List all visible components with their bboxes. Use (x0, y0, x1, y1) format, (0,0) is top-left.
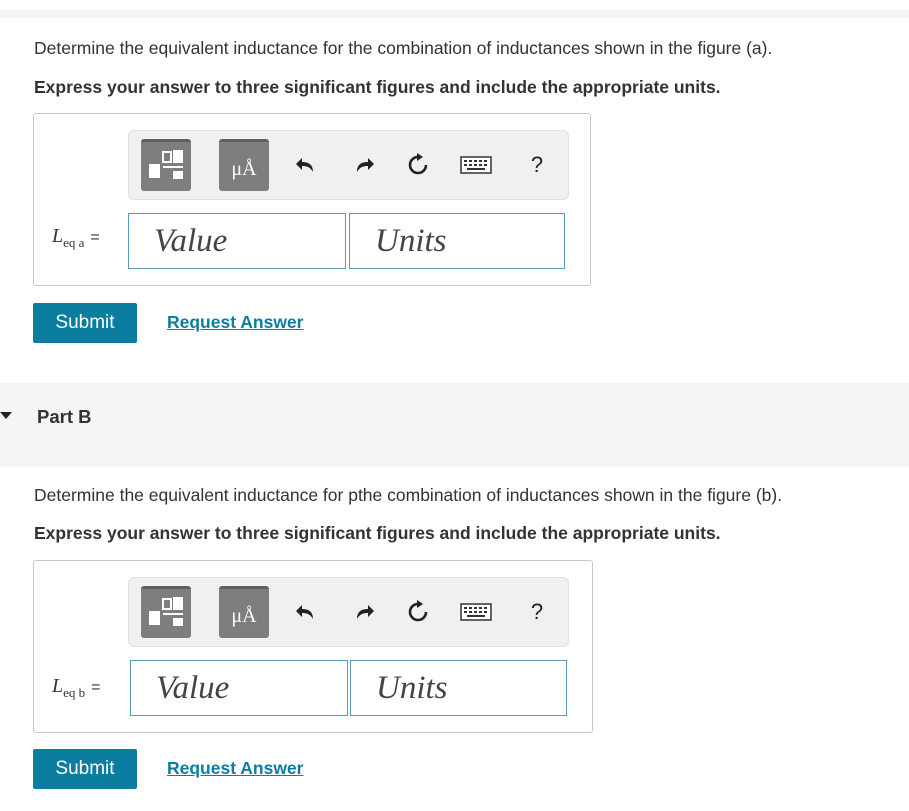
undo-button[interactable] (291, 595, 321, 629)
undo-icon (296, 158, 313, 172)
answer-box-a: μÅ ? Leq a = Value Units (33, 113, 591, 286)
reset-button[interactable] (403, 595, 433, 629)
units-field-a[interactable] (349, 213, 565, 269)
redo-icon (357, 605, 374, 619)
answer-box-b: μÅ ? Leq b = Value Units (33, 560, 593, 733)
undo-button[interactable] (291, 148, 321, 182)
part-b-header[interactable] (0, 383, 909, 467)
request-answer-link-b[interactable]: Request Answer (167, 758, 303, 779)
reset-icon (408, 600, 428, 622)
units-button[interactable]: μÅ (219, 139, 269, 191)
keyboard-button[interactable] (459, 595, 493, 629)
label-leq-b: Leq b = (52, 675, 101, 701)
reset-button[interactable] (403, 148, 433, 182)
label-main: L (52, 225, 64, 247)
units-button[interactable]: μÅ (219, 586, 269, 638)
instruction-b: Express your answer to three significant… (34, 523, 721, 543)
equals-sign: = (90, 229, 100, 246)
submit-button-b[interactable]: Submit (33, 749, 137, 789)
label-leq-a: Leq a = (52, 225, 100, 251)
request-answer-link-a[interactable]: Request Answer (167, 312, 303, 333)
collapse-arrow-icon[interactable] (0, 412, 12, 419)
redo-icon (357, 158, 374, 172)
templates-button[interactable] (141, 586, 191, 638)
keyboard-button[interactable] (459, 148, 493, 182)
value-input-b[interactable] (131, 661, 347, 715)
part-b-title: Part B (37, 406, 92, 427)
question-b: Determine the equivalent inductance for … (34, 485, 783, 505)
units-icon: μÅ (231, 605, 257, 627)
value-input-a[interactable] (129, 214, 345, 268)
templates-button[interactable] (141, 139, 191, 191)
help-button[interactable]: ? (522, 148, 552, 182)
label-main: L (52, 675, 64, 697)
units-input-a[interactable] (350, 214, 564, 268)
redo-button[interactable] (349, 595, 379, 629)
help-button[interactable]: ? (522, 595, 552, 629)
help-icon: ? (530, 599, 544, 624)
value-field-a[interactable] (128, 213, 346, 269)
submit-button-a[interactable]: Submit (33, 303, 137, 343)
equals-sign: = (91, 679, 101, 696)
units-field-b[interactable] (350, 660, 567, 716)
math-toolbar-b: μÅ ? (128, 577, 569, 647)
instruction-a: Express your answer to three significant… (34, 77, 721, 97)
reset-icon (408, 153, 428, 175)
units-input-b[interactable] (351, 661, 566, 715)
math-toolbar-a: μÅ ? (128, 130, 569, 200)
templates-icon (149, 150, 183, 179)
keyboard-icon (460, 603, 492, 621)
label-sub: eq a (63, 235, 85, 250)
keyboard-icon (460, 156, 492, 174)
value-field-b[interactable] (130, 660, 348, 716)
top-divider (0, 10, 909, 18)
question-a: Determine the equivalent inductance for … (34, 38, 773, 58)
undo-icon (296, 605, 313, 619)
templates-icon (149, 597, 183, 626)
label-sub: eq b (63, 685, 86, 700)
help-icon: ? (530, 152, 544, 177)
redo-button[interactable] (349, 148, 379, 182)
units-icon: μÅ (231, 158, 257, 180)
